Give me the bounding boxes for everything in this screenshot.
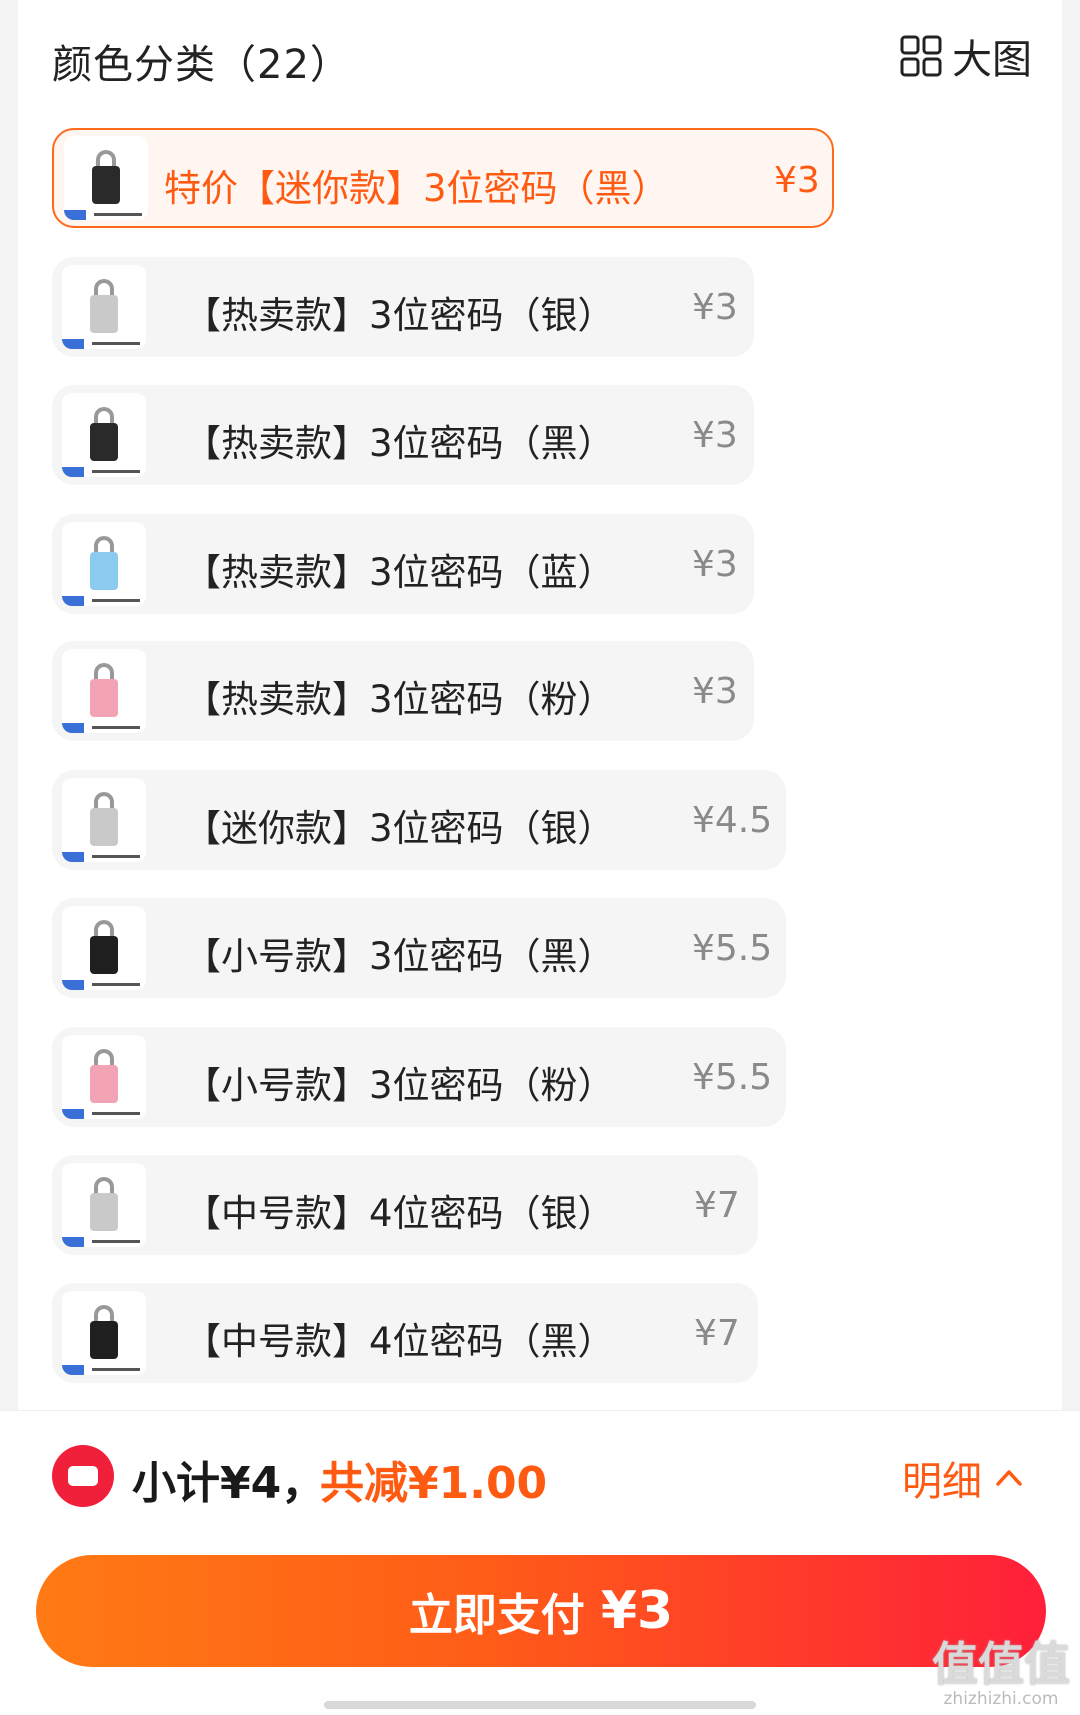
sku-thumbnail xyxy=(62,1163,146,1247)
thumbnail-tag xyxy=(62,467,146,477)
padlock-icon xyxy=(90,1193,118,1231)
padlock-icon xyxy=(90,936,118,974)
sku-thumbnail xyxy=(62,1035,146,1119)
thumbnail-tag xyxy=(62,852,146,862)
big-image-label: 大图 xyxy=(952,37,1032,83)
padlock-icon xyxy=(90,808,118,846)
sku-price: ¥7 xyxy=(694,1185,740,1226)
sku-name: 【热卖款】3位密码（粉） xyxy=(184,678,615,721)
pay-now-label: 立即支付 xyxy=(408,1590,585,1641)
sku-thumbnail xyxy=(62,649,146,733)
padlock-icon xyxy=(92,166,120,204)
discount-text: 共减¥1.00 xyxy=(320,1458,548,1509)
sku-price: ¥5.5 xyxy=(692,1057,773,1098)
sku-option[interactable]: 【中号款】4位密码（黑） ¥7 xyxy=(52,1283,758,1383)
sku-name: 【热卖款】3位密码（银） xyxy=(184,294,615,337)
padlock-icon xyxy=(90,423,118,461)
sku-option[interactable]: 【中号款】4位密码（银） ¥7 xyxy=(52,1155,758,1255)
sku-option[interactable]: 【热卖款】3位密码（粉） ¥3 xyxy=(52,641,754,741)
sku-name: 【中号款】4位密码（黑） xyxy=(184,1320,615,1363)
sku-option[interactable]: 【小号款】3位密码（粉） ¥5.5 xyxy=(52,1027,786,1127)
thumbnail-tag xyxy=(62,596,146,606)
padlock-icon xyxy=(90,1321,118,1359)
sku-thumbnail xyxy=(62,778,146,862)
pay-amount: ¥3 xyxy=(600,1581,674,1641)
thumbnail-tag xyxy=(62,980,146,990)
sku-thumbnail xyxy=(62,393,146,477)
sku-price: ¥7 xyxy=(694,1313,740,1354)
sku-name: 【中号款】4位密码（银） xyxy=(184,1192,615,1235)
padlock-icon xyxy=(90,1065,118,1103)
watermark: 值值值 zhizhizhi.com xyxy=(932,1639,1070,1709)
thumbnail-tag xyxy=(62,1365,146,1375)
sku-category-title: 颜色分类（22） xyxy=(52,42,351,88)
padlock-icon xyxy=(90,679,118,717)
pay-now-button[interactable]: 立即支付 ¥3 xyxy=(36,1555,1046,1667)
thumbnail-tag xyxy=(62,339,146,349)
thumbnail-tag xyxy=(64,210,148,220)
checkout-bar: 小计¥4， 共减¥1.00 明细 立即支付 ¥3 值值值 zhizhizhi.c… xyxy=(0,1410,1080,1715)
sku-thumbnail xyxy=(64,136,148,220)
sku-option[interactable]: 【热卖款】3位密码（蓝） ¥3 xyxy=(52,514,754,614)
thumbnail-tag xyxy=(62,723,146,733)
big-image-button[interactable]: 大图 xyxy=(900,28,1032,84)
sku-name: 【小号款】3位密码（黑） xyxy=(184,935,615,978)
sku-thumbnail xyxy=(62,522,146,606)
sku-price: ¥3 xyxy=(692,415,738,456)
sku-thumbnail xyxy=(62,906,146,990)
sku-name: 【热卖款】3位密码（蓝） xyxy=(184,551,615,594)
sku-option[interactable]: 【热卖款】3位密码（黑） ¥3 xyxy=(52,385,754,485)
subtotal-text: 小计¥4， xyxy=(132,1458,326,1509)
sku-thumbnail xyxy=(62,265,146,349)
detail-button[interactable]: 明细 xyxy=(902,1449,1022,1507)
sku-name: 【迷你款】3位密码（银） xyxy=(184,807,615,850)
detail-label: 明细 xyxy=(902,1459,982,1505)
sku-option[interactable]: 【热卖款】3位密码（银） ¥3 xyxy=(52,257,754,357)
padlock-icon xyxy=(90,295,118,333)
sku-header: 颜色分类（22） 大图 xyxy=(52,28,1032,88)
sku-price: ¥4.5 xyxy=(692,800,773,841)
thumbnail-tag xyxy=(62,1237,146,1247)
grid-icon xyxy=(900,35,942,77)
sku-price: ¥3 xyxy=(692,544,738,585)
sku-thumbnail xyxy=(62,1291,146,1375)
sku-name: 特价【迷你款】3位密码（黑） xyxy=(164,167,669,210)
sku-price: ¥3 xyxy=(692,671,738,712)
coupon-icon xyxy=(52,1445,114,1507)
sku-price: ¥3 xyxy=(692,287,738,328)
sku-name: 【热卖款】3位密码（黑） xyxy=(184,422,615,465)
sku-option[interactable]: 【迷你款】3位密码（银） ¥4.5 xyxy=(52,770,786,870)
watermark-logo-text: 值值值 xyxy=(932,1637,1070,1691)
sku-name: 【小号款】3位密码（粉） xyxy=(184,1064,615,1107)
sku-option[interactable]: 【小号款】3位密码（黑） ¥5.5 xyxy=(52,898,786,998)
thumbnail-tag xyxy=(62,1109,146,1119)
watermark-domain: zhizhizhi.com xyxy=(943,1689,1059,1709)
sku-price: ¥3 xyxy=(774,160,820,201)
padlock-icon xyxy=(90,552,118,590)
sku-price: ¥5.5 xyxy=(692,928,773,969)
sku-option[interactable]: 特价【迷你款】3位密码（黑） ¥3 xyxy=(52,128,834,228)
chevron-up-icon xyxy=(996,1470,1022,1486)
home-indicator xyxy=(324,1701,756,1709)
